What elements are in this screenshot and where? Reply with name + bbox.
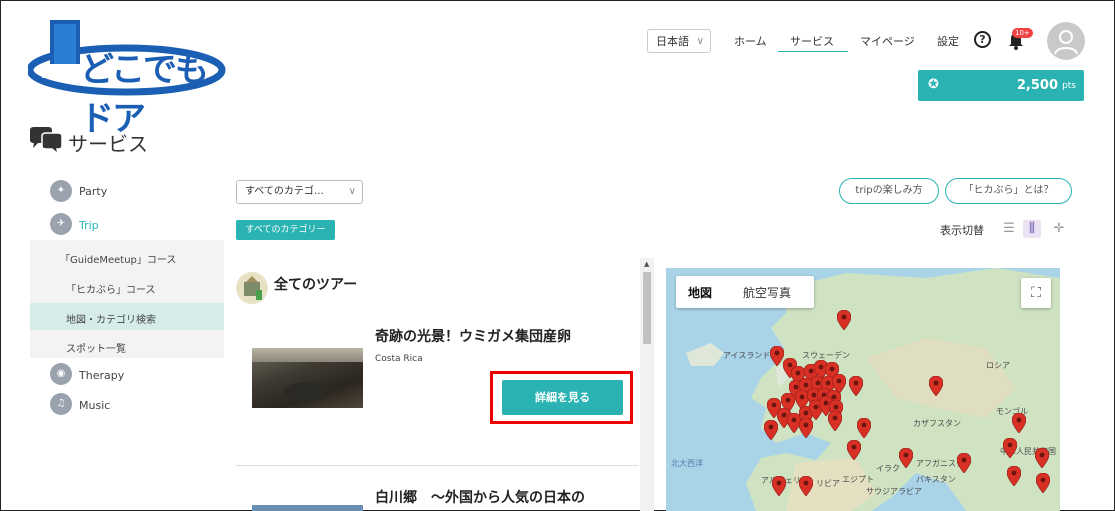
party-icon: ✦ bbox=[50, 180, 72, 202]
tab-satellite[interactable]: 航空写真 bbox=[743, 284, 791, 301]
category-select-value: すべてのカテゴ… bbox=[245, 186, 324, 197]
brand-logo[interactable]: どこでもドア bbox=[26, 18, 228, 139]
list-scrollbar[interactable]: ▲ bbox=[640, 258, 654, 511]
nav-active-indicator bbox=[778, 51, 848, 52]
points-balance[interactable]: ✪ 2,500 pts bbox=[918, 70, 1084, 101]
map-view-icon[interactable]: ✛ bbox=[1050, 220, 1068, 238]
split-view-icon[interactable]: ⫼ bbox=[1023, 220, 1041, 238]
avatar[interactable] bbox=[1047, 22, 1085, 60]
map-pin-icon[interactable] bbox=[1003, 438, 1017, 458]
language-value: 日本語 bbox=[656, 35, 689, 48]
map-pin-icon[interactable] bbox=[764, 420, 778, 440]
map-label-iceland: アイスランド bbox=[723, 351, 771, 360]
map-label-kazakhstan: カザフスタン bbox=[913, 419, 961, 428]
map-pin-icon[interactable] bbox=[847, 440, 861, 460]
chat-bubbles-icon bbox=[28, 126, 64, 156]
all-tours-heading: 全てのツアー bbox=[274, 277, 358, 293]
map-label-north-atlantic: 北大西洋 bbox=[671, 459, 703, 468]
map-label-egypt: エジプト bbox=[842, 475, 874, 484]
nav-settings[interactable]: 設定 bbox=[937, 33, 959, 49]
map-pin-icon[interactable] bbox=[828, 411, 842, 431]
therapy-icon: ◉ bbox=[50, 363, 72, 385]
category-select[interactable]: すべてのカテゴ… ∨ bbox=[236, 180, 363, 204]
trip-icon: ✈ bbox=[50, 213, 72, 235]
sidebar-item-music[interactable]: Music bbox=[79, 399, 110, 412]
tour-title[interactable]: 白川郷 ～外国から人気の日本の bbox=[375, 487, 585, 507]
nav-mypage[interactable]: マイページ bbox=[860, 33, 915, 49]
medal-icon: ✪ bbox=[928, 77, 939, 92]
map-label-libya: リビア bbox=[816, 479, 840, 488]
map-pin-icon[interactable] bbox=[1007, 466, 1021, 486]
map-label-russia: ロシア bbox=[986, 361, 1010, 370]
category-tag[interactable]: すべてのカテゴリー bbox=[236, 220, 335, 240]
submenu-map-search[interactable]: 地図・カテゴリ検索 bbox=[66, 311, 156, 326]
map-pin-icon[interactable] bbox=[929, 376, 943, 396]
nav-home[interactable]: ホーム bbox=[734, 33, 767, 49]
sidebar-item-trip[interactable]: Trip bbox=[79, 219, 99, 232]
map-pin-icon[interactable] bbox=[957, 453, 971, 473]
nav-service[interactable]: サービス bbox=[790, 33, 834, 49]
map-pin-icon[interactable] bbox=[1035, 448, 1049, 468]
fullscreen-icon[interactable]: ⛶ bbox=[1021, 278, 1051, 308]
sidebar-item-party[interactable]: Party bbox=[79, 185, 107, 198]
notification-badge: 10+ bbox=[1012, 28, 1033, 38]
map-pin-icon[interactable] bbox=[1036, 473, 1050, 493]
scrollbar-thumb[interactable] bbox=[643, 272, 651, 344]
tour-thumbnail[interactable] bbox=[252, 348, 363, 408]
tour-thumbnail[interactable] bbox=[252, 505, 363, 511]
points-value: 2,500 bbox=[1016, 78, 1058, 93]
map-type-tabs: 地図 航空写真 bbox=[676, 276, 814, 308]
list-divider bbox=[236, 465, 638, 466]
tab-map[interactable]: 地図 bbox=[688, 284, 712, 301]
submenu-guidemeetup[interactable]: 「GuideMeetup」コース bbox=[60, 251, 176, 266]
map-label-pakistan: パキスタン bbox=[916, 475, 956, 484]
submenu-spot-list[interactable]: スポット一覧 bbox=[66, 340, 126, 355]
map-pin-icon[interactable] bbox=[1012, 413, 1026, 433]
sidebar-item-therapy[interactable]: Therapy bbox=[79, 369, 124, 382]
map-pin-icon[interactable] bbox=[857, 418, 871, 438]
how-to-enjoy-trip-button[interactable]: tripの楽しみ方 bbox=[839, 178, 939, 204]
submenu-hikabura[interactable]: 「ヒカぶら」コース bbox=[66, 281, 156, 296]
what-is-hikabura-button[interactable]: 「ヒカぶら」とは？ bbox=[945, 178, 1072, 204]
map-pin-icon[interactable] bbox=[899, 448, 913, 468]
map-label-saudi-arabia: サウジアラビア bbox=[866, 487, 922, 496]
tour-title[interactable]: 奇跡の光景！ウミガメ集団産卵 bbox=[375, 326, 571, 346]
points-unit: pts bbox=[1062, 81, 1076, 91]
music-icon: ♫ bbox=[50, 393, 72, 415]
map-pin-icon[interactable] bbox=[770, 346, 784, 366]
tours-category-icon bbox=[236, 272, 268, 304]
map-pin-icon[interactable] bbox=[837, 310, 851, 330]
language-select[interactable]: 日本語 ∨ bbox=[647, 29, 711, 53]
tour-location: Costa Rica bbox=[375, 354, 423, 364]
map-pin-icon[interactable] bbox=[772, 476, 786, 496]
chevron-down-icon: ∨ bbox=[348, 186, 356, 197]
page-title: サービス bbox=[68, 132, 148, 156]
brand-name: どこでもドア bbox=[80, 50, 209, 139]
scroll-up-icon[interactable]: ▲ bbox=[644, 260, 649, 268]
map-pin-icon[interactable] bbox=[849, 376, 863, 396]
map-pin-icon[interactable] bbox=[799, 476, 813, 496]
help-icon[interactable]: ? bbox=[974, 31, 991, 48]
map-label-iraq: イラク bbox=[876, 464, 900, 473]
chevron-down-icon: ∨ bbox=[696, 36, 704, 47]
map-pin-icon[interactable] bbox=[799, 418, 813, 438]
view-details-button[interactable]: 詳細を見る bbox=[502, 380, 623, 415]
view-toggle-label: 表示切替 bbox=[940, 224, 984, 237]
list-view-icon[interactable]: ☰ bbox=[1000, 220, 1018, 238]
